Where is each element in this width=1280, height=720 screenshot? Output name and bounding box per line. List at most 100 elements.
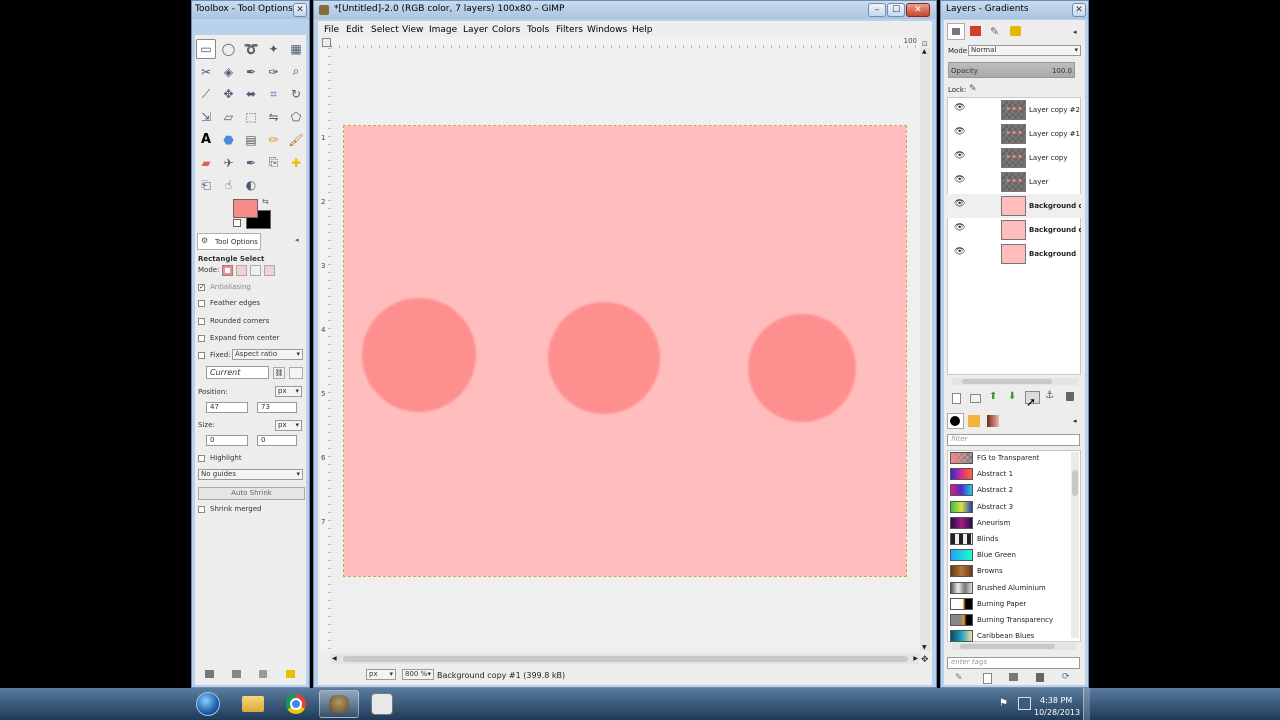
cage-transform-tool-icon[interactable]: ⬠	[286, 107, 306, 127]
menu-tools[interactable]: Tools	[527, 25, 549, 35]
measure-tool-icon[interactable]: ⟋	[196, 84, 216, 104]
text-tool-icon[interactable]: A	[196, 130, 216, 150]
color-picker-tool-icon[interactable]: ✑	[264, 62, 284, 82]
layer-row[interactable]: 👁 Layer copy	[947, 146, 1081, 170]
menu-colors[interactable]: Colors	[492, 25, 520, 35]
anchor-layer-icon[interactable]: ⚓	[1045, 390, 1054, 401]
scroll-up-icon[interactable]: ▲	[922, 48, 927, 55]
dock-menu-icon[interactable]: ◂	[1073, 28, 1077, 36]
scissors-select-tool-icon[interactable]: ✂	[196, 62, 216, 82]
smudge-tool-icon[interactable]: ☝	[219, 175, 239, 195]
taskbar-explorer[interactable]	[233, 690, 273, 718]
taskbar-app[interactable]	[362, 690, 402, 718]
menu-edit[interactable]: Edit	[346, 25, 363, 35]
gradient-item[interactable]: Abstract 3	[947, 499, 1075, 515]
tab-paths[interactable]: ✎	[987, 23, 1005, 40]
lock-alpha-icon[interactable]	[985, 84, 995, 94]
align-tool-icon[interactable]: ⬌	[241, 84, 261, 104]
eraser-tool-icon[interactable]: ▰	[196, 153, 216, 173]
position-x-field[interactable]: 47	[206, 402, 248, 413]
scale-tool-icon[interactable]: ⇲	[196, 107, 216, 127]
save-options-icon[interactable]	[205, 670, 214, 678]
menu-view[interactable]: View	[402, 25, 423, 35]
minimize-icon[interactable]: –	[868, 3, 886, 17]
size-unit-dropdown[interactable]: px	[275, 420, 302, 431]
layer-list-scrollbar[interactable]	[952, 378, 1078, 385]
menu-windows[interactable]: Windows	[587, 25, 627, 35]
gradient-item[interactable]: Burning Paper	[947, 596, 1075, 612]
rounded-corners-checkbox[interactable]	[198, 317, 205, 325]
rotate-tool-icon[interactable]: ↻	[286, 84, 306, 104]
layer-chain-toggle[interactable]	[977, 104, 987, 114]
layer-row[interactable]: 👁 Background copy #1	[947, 218, 1081, 242]
ink-tool-icon[interactable]: ✒	[241, 153, 261, 173]
navigate-icon[interactable]: ✥	[921, 655, 929, 665]
ellipse-select-tool-icon[interactable]: ◯	[219, 39, 239, 59]
menu-file[interactable]: File	[324, 25, 339, 35]
restore-options-icon[interactable]	[232, 670, 241, 678]
unit-dropdown[interactable]: px	[366, 669, 396, 680]
layer-mode-dropdown[interactable]: Normal	[968, 45, 1081, 56]
zoom-fit-icon[interactable]: ⊡	[922, 40, 928, 48]
visibility-eye-icon[interactable]: 👁	[954, 248, 965, 257]
menu-help[interactable]: Help	[632, 25, 653, 35]
fixed-dropdown[interactable]: Aspect ratio	[232, 349, 303, 360]
action-center-flag-icon[interactable]: ⚑	[999, 698, 1008, 709]
menu-select[interactable]: Select	[371, 25, 399, 35]
foreground-select-tool-icon[interactable]: ◈	[219, 62, 239, 82]
gradient-list-scrollbar[interactable]	[1071, 452, 1079, 638]
dock-menu-icon[interactable]: ◂	[1073, 417, 1077, 425]
airbrush-tool-icon[interactable]: ✈	[219, 153, 239, 173]
close-icon[interactable]: ✕	[293, 3, 307, 17]
visibility-eye-icon[interactable]: 👁	[954, 200, 965, 209]
layer-chain-toggle[interactable]	[977, 152, 987, 162]
position-unit-dropdown[interactable]: px	[275, 386, 302, 397]
layer-chain-toggle[interactable]	[977, 248, 987, 258]
lock-pixels-icon[interactable]: ✎	[969, 84, 977, 94]
position-y-field[interactable]: 73	[257, 402, 297, 413]
current-ratio-field[interactable]: Current	[206, 366, 269, 379]
zoom-tool-icon[interactable]: ⌕	[286, 62, 306, 82]
tab-menu-icon[interactable]: ◂	[295, 236, 299, 244]
rounded-corners-option[interactable]: Rounded corners	[198, 314, 269, 328]
move-tool-icon[interactable]: ✥	[219, 84, 239, 104]
size-height-field[interactable]: 0	[257, 435, 297, 446]
scroll-down-icon[interactable]: ▼	[922, 644, 927, 651]
horizontal-scrollbar[interactable]: ◀ ▶	[331, 654, 919, 664]
scroll-thumb[interactable]	[960, 644, 1055, 649]
mode-subtract-icon[interactable]	[250, 264, 262, 276]
expand-from-center-option[interactable]: Expand from center	[198, 331, 279, 345]
feather-edges-option[interactable]: Feather edges	[198, 296, 260, 310]
zoom-dropdown[interactable]: 800 %	[402, 669, 434, 680]
flip-tool-icon[interactable]: ⇋	[264, 107, 284, 127]
scroll-right-icon[interactable]: ▶	[913, 655, 918, 662]
gradient-item[interactable]: Burning Transparency	[947, 612, 1075, 628]
tab-patterns[interactable]	[966, 413, 983, 429]
gradient-item[interactable]: Brushed Aluminium	[947, 580, 1075, 596]
layer-chain-toggle[interactable]	[977, 128, 987, 138]
new-layer-group-icon[interactable]	[970, 394, 981, 403]
swap-colors-icon[interactable]: ⇆	[262, 197, 269, 206]
close-icon[interactable]: ✕	[1072, 3, 1086, 17]
size-width-field[interactable]: 0	[206, 435, 248, 446]
taskbar-gimp[interactable]	[319, 690, 359, 718]
delete-layer-icon[interactable]	[1066, 392, 1074, 401]
highlight-checkbox[interactable]	[198, 454, 205, 462]
duplicate-gradient-icon[interactable]	[1009, 673, 1018, 681]
feather-edges-checkbox[interactable]	[198, 299, 205, 307]
antialiasing-checkbox[interactable]: ✓	[198, 283, 205, 291]
reset-options-icon[interactable]	[286, 670, 295, 678]
foreground-color-swatch[interactable]	[233, 199, 258, 218]
gradient-filter-input[interactable]: filter	[947, 434, 1080, 446]
layer-chain-toggle[interactable]	[977, 176, 987, 186]
visibility-eye-icon[interactable]: 👁	[954, 104, 965, 113]
gradient-item[interactable]: Blinds	[947, 531, 1075, 547]
vertical-scrollbar[interactable]: ▲ ▼	[920, 48, 930, 651]
tab-undo[interactable]	[1007, 23, 1025, 40]
new-gradient-icon[interactable]	[983, 673, 992, 684]
visibility-eye-icon[interactable]: 👁	[954, 176, 965, 185]
pencil-tool-icon[interactable]: ✏	[264, 130, 284, 150]
layer-row[interactable]: 👁 Layer	[947, 170, 1081, 194]
free-select-tool-icon[interactable]: ➰	[241, 39, 261, 59]
heal-tool-icon[interactable]: ✚	[286, 153, 306, 173]
